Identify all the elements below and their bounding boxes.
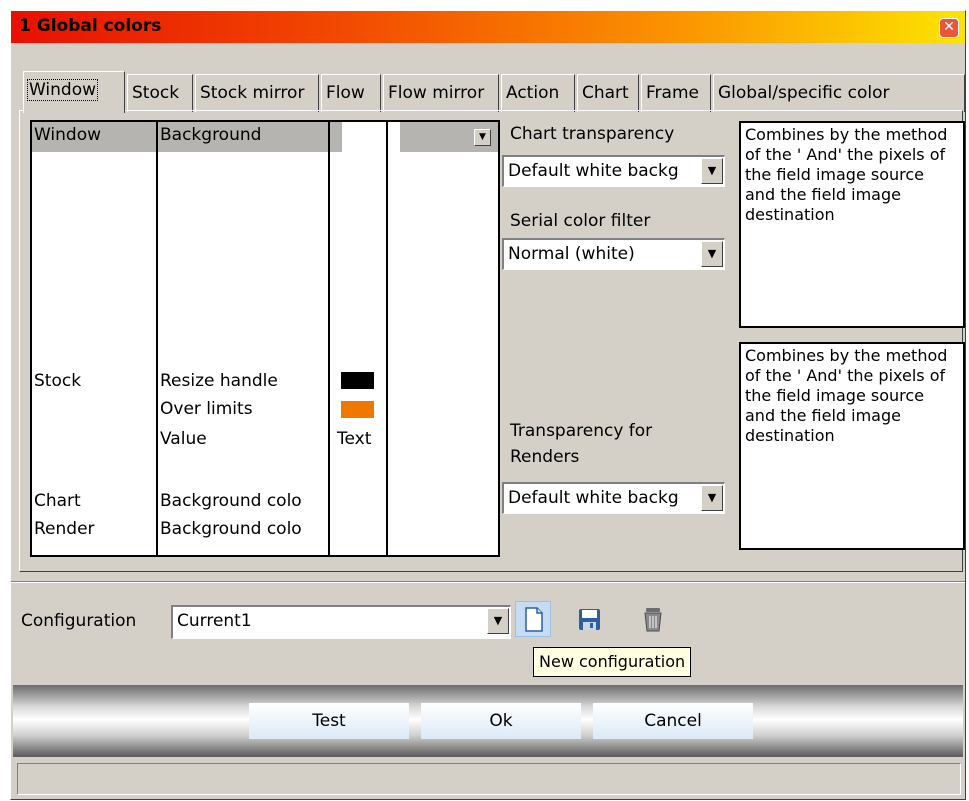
grid-cell-object[interactable]: Window xyxy=(34,125,101,145)
color-swatch-black[interactable] xyxy=(341,372,374,389)
tab-window[interactable]: Window xyxy=(23,71,125,113)
grid-column-divider xyxy=(386,122,388,555)
grid-cell-value[interactable]: Text xyxy=(337,429,371,449)
description-box-2: Combines by the method of the ' And' the… xyxy=(739,342,965,550)
chart-transparency-label: Chart transparency xyxy=(510,124,675,144)
configuration-select[interactable]: Current1 ▼ xyxy=(171,605,511,639)
tab-chart[interactable]: Chart xyxy=(577,74,639,112)
grid-cell-element[interactable]: Resize handle xyxy=(160,371,278,391)
tab-action[interactable]: Action xyxy=(501,74,575,112)
new-document-icon[interactable] xyxy=(515,601,551,637)
tab-frame[interactable]: Frame xyxy=(641,74,711,112)
render-transparency-label-line2: Renders xyxy=(510,447,580,467)
title-bar[interactable]: 1 Global colors ✕ xyxy=(11,11,965,43)
trash-icon[interactable] xyxy=(635,601,671,637)
test-button[interactable]: Test xyxy=(249,703,409,739)
window-title: 1 Global colors xyxy=(19,16,162,36)
chevron-down-icon[interactable]: ▼ xyxy=(474,129,491,146)
grid-cell-element[interactable]: Background colo xyxy=(160,491,302,511)
tab-flow[interactable]: Flow xyxy=(321,74,381,112)
grid-cell-object[interactable]: Chart xyxy=(34,491,81,511)
grid-column-divider xyxy=(156,122,158,555)
color-grid[interactable]: Window Background ▼ Stock Resize handle … xyxy=(30,120,500,557)
grid-cell-element[interactable]: Background xyxy=(160,125,261,145)
grid-cell-object[interactable]: Render xyxy=(34,519,95,539)
configuration-label: Configuration xyxy=(21,611,137,631)
new-configuration-tooltip: New configuration xyxy=(533,647,692,677)
tab-stock-mirror[interactable]: Stock mirror xyxy=(195,74,319,112)
tab-global-specific-color[interactable]: Global/specific color xyxy=(713,74,965,112)
chevron-down-icon[interactable]: ▼ xyxy=(701,158,723,184)
tab-stock[interactable]: Stock xyxy=(127,74,193,112)
cancel-button[interactable]: Cancel xyxy=(593,703,753,739)
ok-button[interactable]: Ok xyxy=(421,703,581,739)
save-icon[interactable] xyxy=(571,601,607,637)
grid-cell-element[interactable]: Value xyxy=(160,429,207,449)
button-bar: Test Ok Cancel xyxy=(13,685,963,757)
section-divider xyxy=(11,581,965,583)
grid-cell-element[interactable]: Over limits xyxy=(160,399,253,419)
chevron-down-icon[interactable]: ▼ xyxy=(487,608,509,634)
chevron-down-icon[interactable]: ▼ xyxy=(701,485,723,511)
description-box-1: Combines by the method of the ' And' the… xyxy=(739,121,965,328)
close-icon[interactable]: ✕ xyxy=(939,18,959,38)
global-colors-dialog: 1 Global colors ✕ Window Stock Stock mir… xyxy=(10,10,966,800)
chevron-down-icon[interactable]: ▼ xyxy=(701,241,723,267)
grid-cell-object[interactable]: Stock xyxy=(34,371,81,391)
grid-cell-element[interactable]: Background colo xyxy=(160,519,302,539)
grid-column-divider xyxy=(328,122,330,555)
serial-color-filter-select[interactable]: Normal (white) ▼ xyxy=(502,238,725,270)
color-swatch-orange[interactable] xyxy=(341,401,374,418)
render-transparency-label-line1: Transparency for xyxy=(510,421,653,441)
render-transparency-select[interactable]: Default white backg ▼ xyxy=(502,482,725,514)
chart-transparency-select[interactable]: Default white backg ▼ xyxy=(502,155,725,187)
serial-color-filter-label: Serial color filter xyxy=(510,211,651,231)
status-bar xyxy=(17,763,961,795)
tab-flow-mirror[interactable]: Flow mirror xyxy=(383,74,499,112)
